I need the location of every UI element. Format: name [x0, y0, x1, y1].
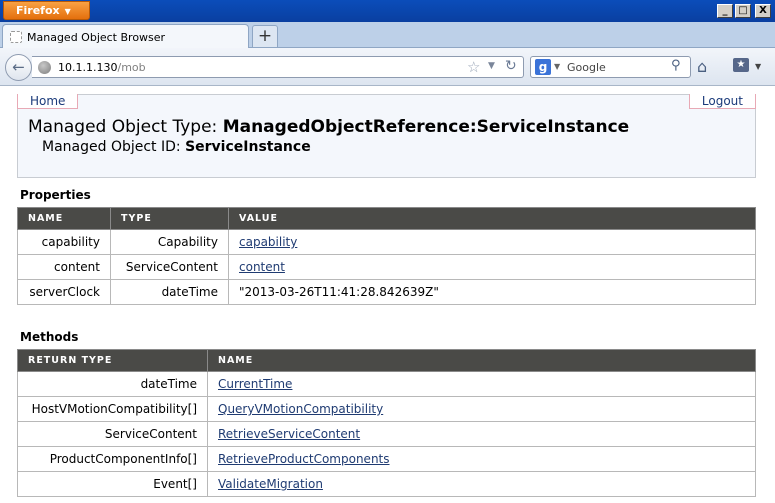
minimize-button[interactable]: _ — [717, 4, 733, 18]
property-name: content — [17, 254, 111, 280]
column-header-name: NAME — [17, 207, 111, 230]
table-row: dateTime CurrentTime — [17, 371, 756, 397]
column-header-value: VALUE — [228, 207, 756, 230]
chevron-down-icon: ▼ — [64, 7, 71, 16]
table-row: ProductComponentInfo[] RetrieveProductCo… — [17, 446, 756, 472]
tab-title: Managed Object Browser — [27, 31, 166, 44]
managed-object-id: Managed Object ID: ServiceInstance — [42, 139, 311, 155]
method-link-retrieve-product-components[interactable]: RetrieveProductComponents — [218, 452, 390, 466]
column-header-return-type: RETURN TYPE — [17, 349, 208, 372]
url-host: 10.1.1.130 — [58, 61, 118, 74]
method-name: CurrentTime — [207, 371, 756, 397]
table-row: serverClock dateTime "2013-03-26T11:41:2… — [17, 279, 756, 305]
property-name: serverClock — [17, 279, 111, 305]
table-row: ServiceContent RetrieveServiceContent — [17, 421, 756, 447]
bookmarks-dropdown-icon[interactable]: ▼ — [755, 62, 761, 71]
method-link-validate-migration[interactable]: ValidateMigration — [218, 477, 323, 491]
table-row: HostVMotionCompatibility[] QueryVMotionC… — [17, 396, 756, 422]
tab-managed-object-browser[interactable]: Managed Object Browser — [2, 24, 249, 49]
type-label: Managed Object Type: — [28, 117, 218, 137]
star-icon[interactable]: ☆ — [467, 58, 480, 76]
property-value: "2013-03-26T11:41:28.842639Z" — [228, 279, 756, 305]
logout-link[interactable]: Logout — [688, 94, 756, 109]
methods-table: RETURN TYPE NAME dateTime CurrentTime Ho… — [17, 349, 756, 497]
property-value: capability — [228, 229, 756, 255]
search-icon[interactable]: ⚲ — [671, 58, 681, 73]
table-row: Event[] ValidateMigration — [17, 471, 756, 497]
history-dropdown-icon[interactable]: ▼ — [488, 61, 495, 71]
firefox-menu-label: Firefox — [16, 4, 60, 17]
property-type: Capability — [110, 229, 229, 255]
url-path: /mob — [117, 61, 146, 74]
return-type: HostVMotionCompatibility[] — [17, 396, 208, 422]
properties-title: Properties — [20, 188, 91, 202]
properties-table: NAME TYPE VALUE capability Capability ca… — [17, 207, 756, 305]
back-icon: ← — [12, 58, 25, 76]
search-bar[interactable]: g ▼ Google ⚲ — [530, 56, 691, 78]
column-header-type: TYPE — [110, 207, 229, 230]
table-row: content ServiceContent content — [17, 254, 756, 280]
id-value: ServiceInstance — [185, 139, 311, 155]
navigation-toolbar: 10.1.1.130/mob ☆ ▼ ↻ ← g ▼ Google ⚲ ⌂ ★ … — [0, 48, 775, 86]
window-titlebar: Firefox ▼ _ □ X — [0, 0, 775, 22]
return-type: ProductComponentInfo[] — [17, 446, 208, 472]
method-link-current-time[interactable]: CurrentTime — [218, 377, 292, 391]
property-type: ServiceContent — [110, 254, 229, 280]
search-engine-dropdown-icon[interactable]: ▼ — [554, 62, 560, 71]
reload-icon[interactable]: ↻ — [505, 58, 517, 74]
table-row: capability Capability capability — [17, 229, 756, 255]
managed-object-type: Managed Object Type: ManagedObjectRefere… — [28, 117, 629, 137]
tab-strip: Managed Object Browser + — [0, 22, 775, 49]
object-header: Home Logout Managed Object Type: Managed… — [17, 94, 756, 178]
google-logo-icon[interactable]: g — [535, 59, 551, 75]
method-name: RetrieveProductComponents — [207, 446, 756, 472]
return-type: ServiceContent — [17, 421, 208, 447]
content-link[interactable]: content — [239, 260, 285, 274]
method-name: ValidateMigration — [207, 471, 756, 497]
methods-title: Methods — [20, 330, 79, 344]
property-name: capability — [17, 229, 111, 255]
globe-icon — [38, 61, 51, 74]
maximize-button[interactable]: □ — [735, 4, 751, 18]
url-bar[interactable]: 10.1.1.130/mob ☆ ▼ ↻ — [32, 56, 524, 78]
method-link-query-vmotion-compatibility[interactable]: QueryVMotionCompatibility — [218, 402, 383, 416]
home-link[interactable]: Home — [17, 94, 79, 109]
id-label: Managed Object ID: — [42, 139, 181, 155]
type-value: ManagedObjectReference:ServiceInstance — [222, 117, 630, 137]
close-window-button[interactable]: X — [755, 4, 771, 18]
return-type: Event[] — [17, 471, 208, 497]
method-link-retrieve-service-content[interactable]: RetrieveServiceContent — [218, 427, 360, 441]
home-icon[interactable]: ⌂ — [697, 57, 707, 76]
capability-link[interactable]: capability — [239, 235, 297, 249]
column-header-method-name: NAME — [207, 349, 756, 372]
page-favicon-icon — [10, 31, 22, 43]
firefox-menu-button[interactable]: Firefox ▼ — [3, 1, 90, 20]
url-text[interactable]: 10.1.1.130/mob — [58, 61, 146, 74]
back-button[interactable]: ← — [5, 54, 32, 81]
method-name: QueryVMotionCompatibility — [207, 396, 756, 422]
new-tab-button[interactable]: + — [252, 25, 278, 47]
search-input[interactable]: Google — [567, 61, 606, 74]
page-content: Home Logout Managed Object Type: Managed… — [0, 87, 775, 503]
property-value: content — [228, 254, 756, 280]
return-type: dateTime — [17, 371, 208, 397]
bookmarks-icon[interactable]: ★ — [733, 58, 749, 72]
property-type: dateTime — [110, 279, 229, 305]
method-name: RetrieveServiceContent — [207, 421, 756, 447]
